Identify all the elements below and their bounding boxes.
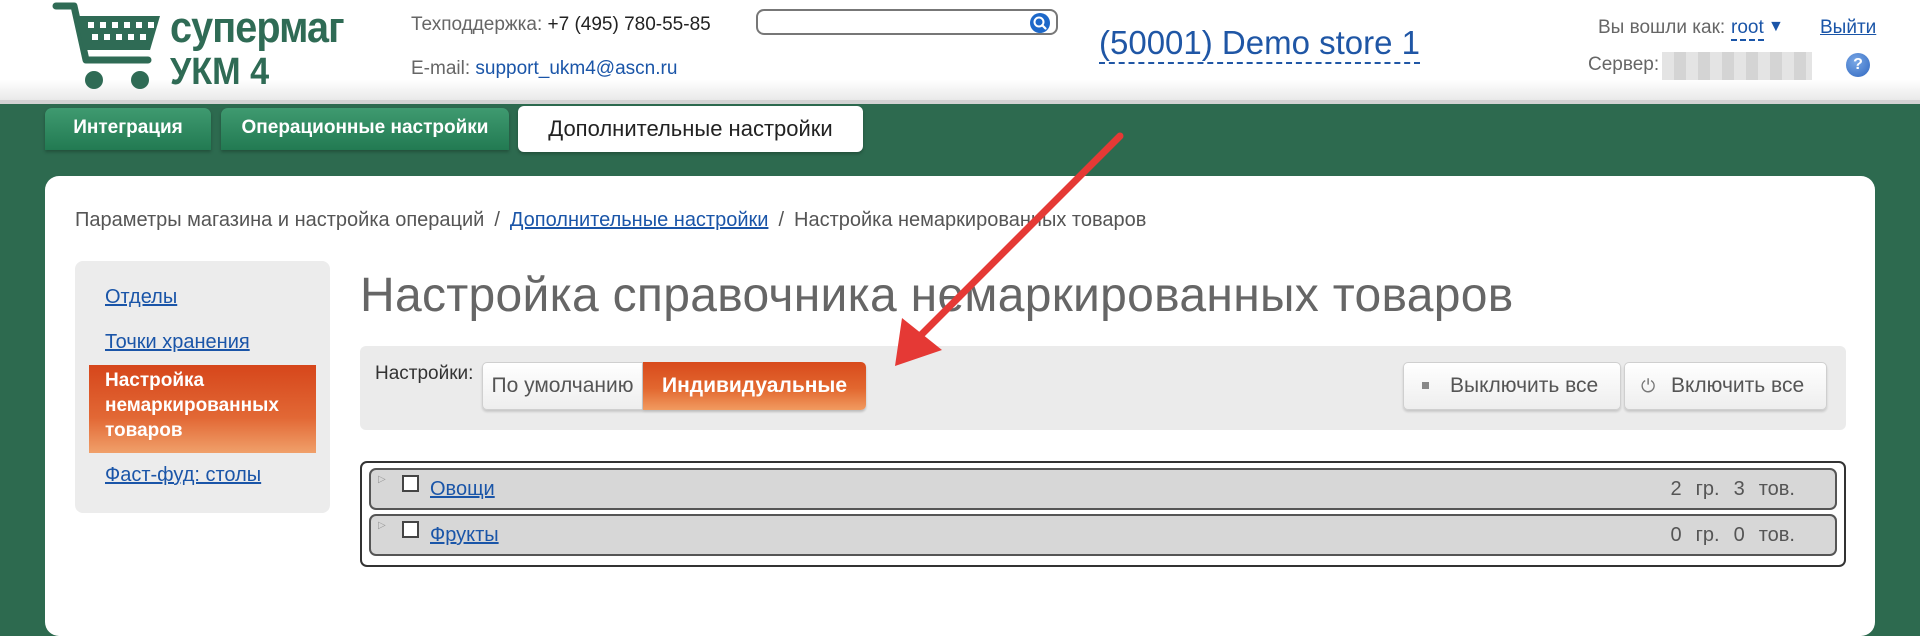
expand-triangle-icon[interactable]: ▷: [378, 520, 386, 531]
support-phone-line: Техподдержка: +7 (495) 780-55-85: [411, 14, 711, 36]
groups-count: 0: [1670, 524, 1682, 546]
enable-all-button[interactable]: ⏻ Включить все: [1624, 362, 1827, 410]
row-checkbox[interactable]: [402, 521, 419, 538]
row-counts: 0 гр. 0 тов.: [1657, 524, 1795, 547]
breadcrumb: Параметры магазина и настройка операций /…: [75, 209, 1146, 232]
settings-label: Настройки:: [375, 363, 474, 384]
breadcrumb-separator: /: [494, 209, 500, 231]
sidebar-item-storage-points[interactable]: Точки хранения: [105, 331, 250, 354]
groups-count: 2: [1670, 478, 1682, 500]
power-icon: ⏻: [1641, 376, 1656, 396]
sidebar-item-label: товаров: [105, 420, 183, 441]
row-counts: 2 гр. 3 тов.: [1657, 478, 1795, 501]
group-link[interactable]: Овощи: [430, 478, 495, 501]
breadcrumb-separator: /: [778, 209, 784, 231]
support-email-link[interactable]: support_ukm4@ascn.ru: [475, 58, 677, 79]
mode-default-button[interactable]: По умолчанию: [482, 362, 643, 410]
tab-integration[interactable]: Интеграция: [45, 108, 211, 150]
search-icon: [1033, 16, 1047, 30]
stop-icon: [1422, 382, 1429, 389]
tree-row: ▷ Овощи 2 гр. 3 тов.: [369, 468, 1837, 510]
settings-toolbar: Настройки: По умолчанию Индивидуальные В…: [360, 346, 1846, 430]
items-unit: тов.: [1758, 524, 1795, 546]
support-email-line: E-mail: support_ukm4@ascn.ru: [411, 58, 677, 80]
tab-additional-settings[interactable]: Дополнительные настройки: [518, 106, 863, 152]
mode-individual-button[interactable]: Индивидуальные: [643, 362, 866, 410]
shopping-cart-icon: [52, 2, 160, 89]
logo-product: УКМ 4: [170, 51, 270, 93]
server-label: Сервер:: [1588, 54, 1660, 75]
logo[interactable]: супермаг УКМ 4: [52, 0, 352, 96]
search-input[interactable]: [764, 12, 1018, 34]
group-link[interactable]: Фрукты: [430, 524, 499, 547]
user-menu[interactable]: root: [1731, 17, 1764, 41]
tree-row: ▷ Фрукты 0 гр. 0 тов.: [369, 514, 1837, 556]
chevron-down-icon[interactable]: ▼: [1768, 18, 1784, 36]
support-phone: +7 (495) 780-55-85: [547, 14, 711, 35]
sidebar: Отделы Точки хранения Настройка немаркир…: [75, 261, 330, 513]
items-count: 3: [1733, 478, 1745, 500]
breadcrumb-parent-link[interactable]: Дополнительные настройки: [510, 209, 769, 231]
items-count: 0: [1733, 524, 1745, 546]
groups-unit: гр.: [1695, 524, 1720, 546]
logo-brand: супермаг: [170, 3, 345, 52]
login-label: Вы вошли как:: [1598, 17, 1726, 38]
sidebar-item-fastfood-tables[interactable]: Фаст-фуд: столы: [105, 464, 261, 487]
email-label: E-mail:: [411, 58, 471, 79]
page-title: Настройка справочника немаркированных то…: [360, 269, 1514, 322]
server-value-redacted: [1662, 52, 1812, 80]
row-checkbox[interactable]: [402, 475, 419, 492]
search-button[interactable]: [1030, 13, 1050, 33]
breadcrumb-current: Настройка немаркированных товаров: [794, 209, 1147, 231]
sidebar-item-label: Настройка: [105, 370, 205, 391]
help-icon[interactable]: ?: [1846, 53, 1870, 77]
support-label: Техподдержка:: [411, 14, 543, 35]
search-box: [756, 9, 1058, 35]
groups-unit: гр.: [1695, 478, 1720, 500]
sidebar-item-departments[interactable]: Отделы: [105, 286, 177, 309]
logout-link[interactable]: Выйти: [1820, 17, 1876, 39]
expand-triangle-icon[interactable]: ▷: [378, 474, 386, 485]
disable-all-button[interactable]: Выключить все: [1403, 362, 1621, 410]
app-header: супермаг УКМ 4 Техподдержка: +7 (495) 78…: [0, 0, 1920, 104]
items-unit: тов.: [1758, 478, 1795, 500]
enable-all-label: Включить все: [1671, 374, 1805, 397]
goods-tree: ▷ Овощи 2 гр. 3 тов. ▷ Фрукты 0 гр. 0 тов.: [360, 461, 1846, 567]
breadcrumb-root: Параметры магазина и настройка операций: [75, 209, 485, 231]
sidebar-item-label: немаркированных: [105, 395, 279, 416]
sidebar-item-unmarked-goods[interactable]: Настройка немаркированных товаров: [89, 365, 316, 453]
disable-all-label: Выключить все: [1450, 374, 1599, 397]
tab-operational-settings[interactable]: Операционные настройки: [221, 108, 509, 150]
store-selector[interactable]: (50001) Demo store 1: [1099, 24, 1420, 64]
